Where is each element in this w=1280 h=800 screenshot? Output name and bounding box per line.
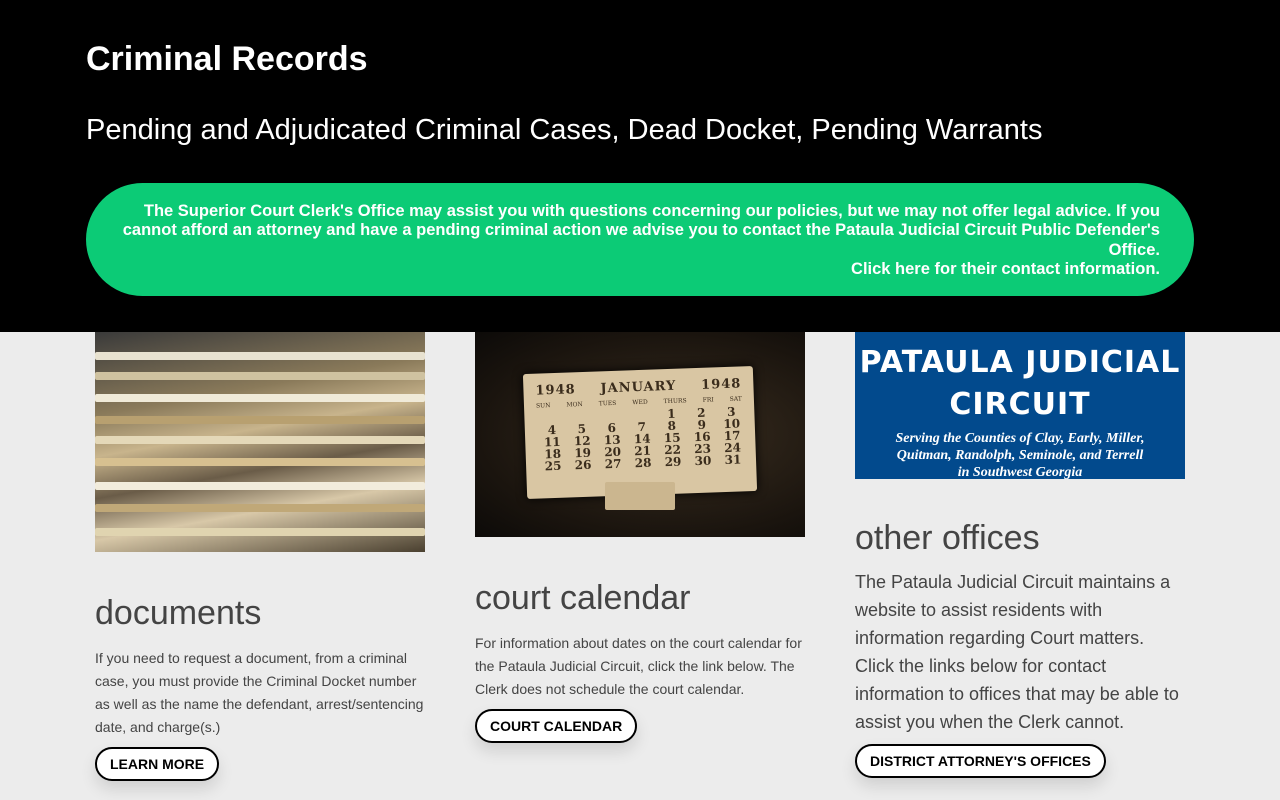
calendar-image: 1948 JANUARY 1948 SUN MON TUES WED THURS… <box>475 332 805 537</box>
hero-banner: Criminal Records Pending and Adjudicated… <box>0 0 1280 332</box>
calendar-grid: 1 2 3 4 5 6 7 8 9 10 11 12 13 14 15 16 17 18 19 20 21 22 23 24 2… <box>536 405 744 474</box>
court-calendar-button[interactable]: COURT CALENDAR <box>475 709 638 743</box>
calendar-day-label: MON <box>566 400 583 409</box>
calendar-day-label: THURS <box>663 397 687 406</box>
logo-tagline-line1: Serving the Counties of Clay, Early, Mil… <box>895 431 1145 446</box>
page-title: Criminal Records <box>86 40 368 78</box>
documents-section: documents If you need to request a docum… <box>95 332 425 781</box>
documents-heading: documents <box>95 594 262 632</box>
other-offices-heading: other offices <box>855 519 1040 557</box>
calendar-date: 28 <box>634 455 652 471</box>
notice-text: The Superior Court Clerk's Office may as… <box>122 202 1160 259</box>
logo-title-line2: CIRCUIT <box>949 387 1091 422</box>
calendar-date: 26 <box>574 457 592 473</box>
other-offices-section: PATAULA JUDICIAL CIRCUIT Serving the Cou… <box>855 332 1185 778</box>
court-calendar-section: 1948 JANUARY 1948 SUN MON TUES WED THURS… <box>475 332 805 743</box>
documents-description: If you need to request a document, from … <box>95 650 424 735</box>
logo-tagline: Serving the Counties of Clay, Early, Mil… <box>855 430 1185 481</box>
case-files-image <box>95 332 425 552</box>
calendar-day-label: SUN <box>535 402 551 410</box>
calendar-year-right: 1948 <box>700 376 742 393</box>
calendar-year-left: 1948 <box>535 382 576 399</box>
court-calendar-description: For information about dates on the court… <box>475 635 802 697</box>
district-attorney-offices-button[interactable]: DISTRICT ATTORNEY'S OFFICES <box>855 744 1106 778</box>
logo-tagline-line2: Quitman, Randolph, Seminole, and Terrell <box>896 448 1144 463</box>
calendar-date: 25 <box>544 458 562 474</box>
calendar-day-label: SAT <box>729 395 742 403</box>
calendar-date: 27 <box>604 456 622 472</box>
pataula-judicial-circuit-logo: PATAULA JUDICIAL CIRCUIT Serving the Cou… <box>855 332 1185 481</box>
calendar-date: 30 <box>694 453 712 469</box>
calendar-date: 29 <box>664 454 682 470</box>
logo-title-line1: PATAULA JUDICIAL <box>859 345 1181 380</box>
logo-tagline-line3: in Southwest Georgia <box>957 465 1083 480</box>
page-subtitle: Pending and Adjudicated Criminal Cases, … <box>86 114 1043 146</box>
other-offices-description: The Pataula Judicial Circuit maintains a… <box>855 572 1179 732</box>
learn-more-button[interactable]: LEARN MORE <box>95 747 220 781</box>
calendar-tab <box>605 482 675 510</box>
calendar-date: 31 <box>724 452 742 468</box>
calendar-sheet: 1948 JANUARY 1948 SUN MON TUES WED THURS… <box>522 366 758 499</box>
legal-advice-notice: The Superior Court Clerk's Office may as… <box>86 183 1194 296</box>
court-calendar-heading: court calendar <box>475 579 691 617</box>
calendar-day-label: FRI <box>702 396 714 404</box>
calendar-day-label: TUES <box>598 399 617 408</box>
calendar-day-label: WED <box>632 398 648 407</box>
calendar-month: JANUARY <box>600 378 677 397</box>
public-defender-contact-link[interactable]: Click here for their contact information… <box>120 260 1160 279</box>
